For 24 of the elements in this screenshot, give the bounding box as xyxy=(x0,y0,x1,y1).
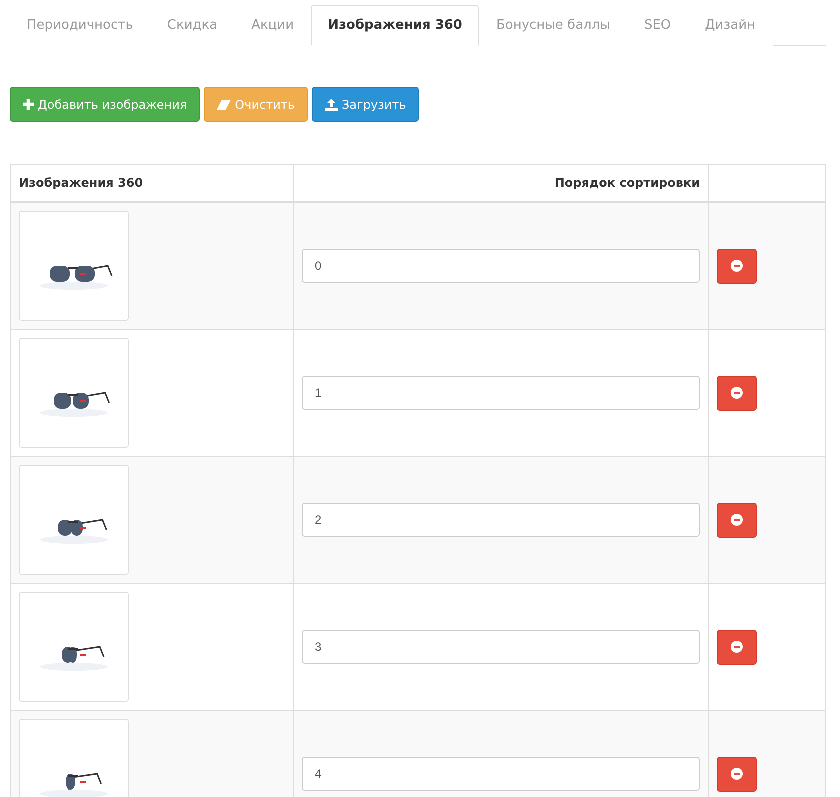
upload-icon xyxy=(324,98,338,110)
minus-circle-icon xyxy=(731,260,743,272)
remove-button[interactable] xyxy=(717,502,757,538)
remove-button[interactable] xyxy=(717,756,757,792)
add-button[interactable]: Добавить изображения xyxy=(10,87,200,122)
column-header: Изображения 360 xyxy=(19,176,144,190)
tab[interactable]: Изображения 360 xyxy=(311,5,480,46)
plus-icon xyxy=(23,99,34,110)
remove-button[interactable] xyxy=(717,248,757,284)
minus-circle-icon xyxy=(731,387,743,399)
minus-circle-icon xyxy=(731,768,743,780)
remove-button[interactable] xyxy=(717,630,757,664)
remove-button[interactable] xyxy=(717,376,757,410)
sort-order-field[interactable]: 2 xyxy=(302,503,700,537)
upload-button[interactable]: Загрузить xyxy=(312,87,420,122)
sort-order-field[interactable]: 3 xyxy=(302,630,700,664)
sort-order-field[interactable]: 0 xyxy=(302,249,700,283)
minus-circle-icon xyxy=(731,514,743,526)
clear-button[interactable]: Очистить xyxy=(204,87,308,122)
minus-circle-icon xyxy=(731,641,743,653)
sort-order-field[interactable]: 1 xyxy=(302,376,700,410)
column-header: Порядок сортировки xyxy=(554,176,700,190)
eraser-icon xyxy=(217,100,232,110)
sort-order-field[interactable]: 4 xyxy=(302,757,700,791)
